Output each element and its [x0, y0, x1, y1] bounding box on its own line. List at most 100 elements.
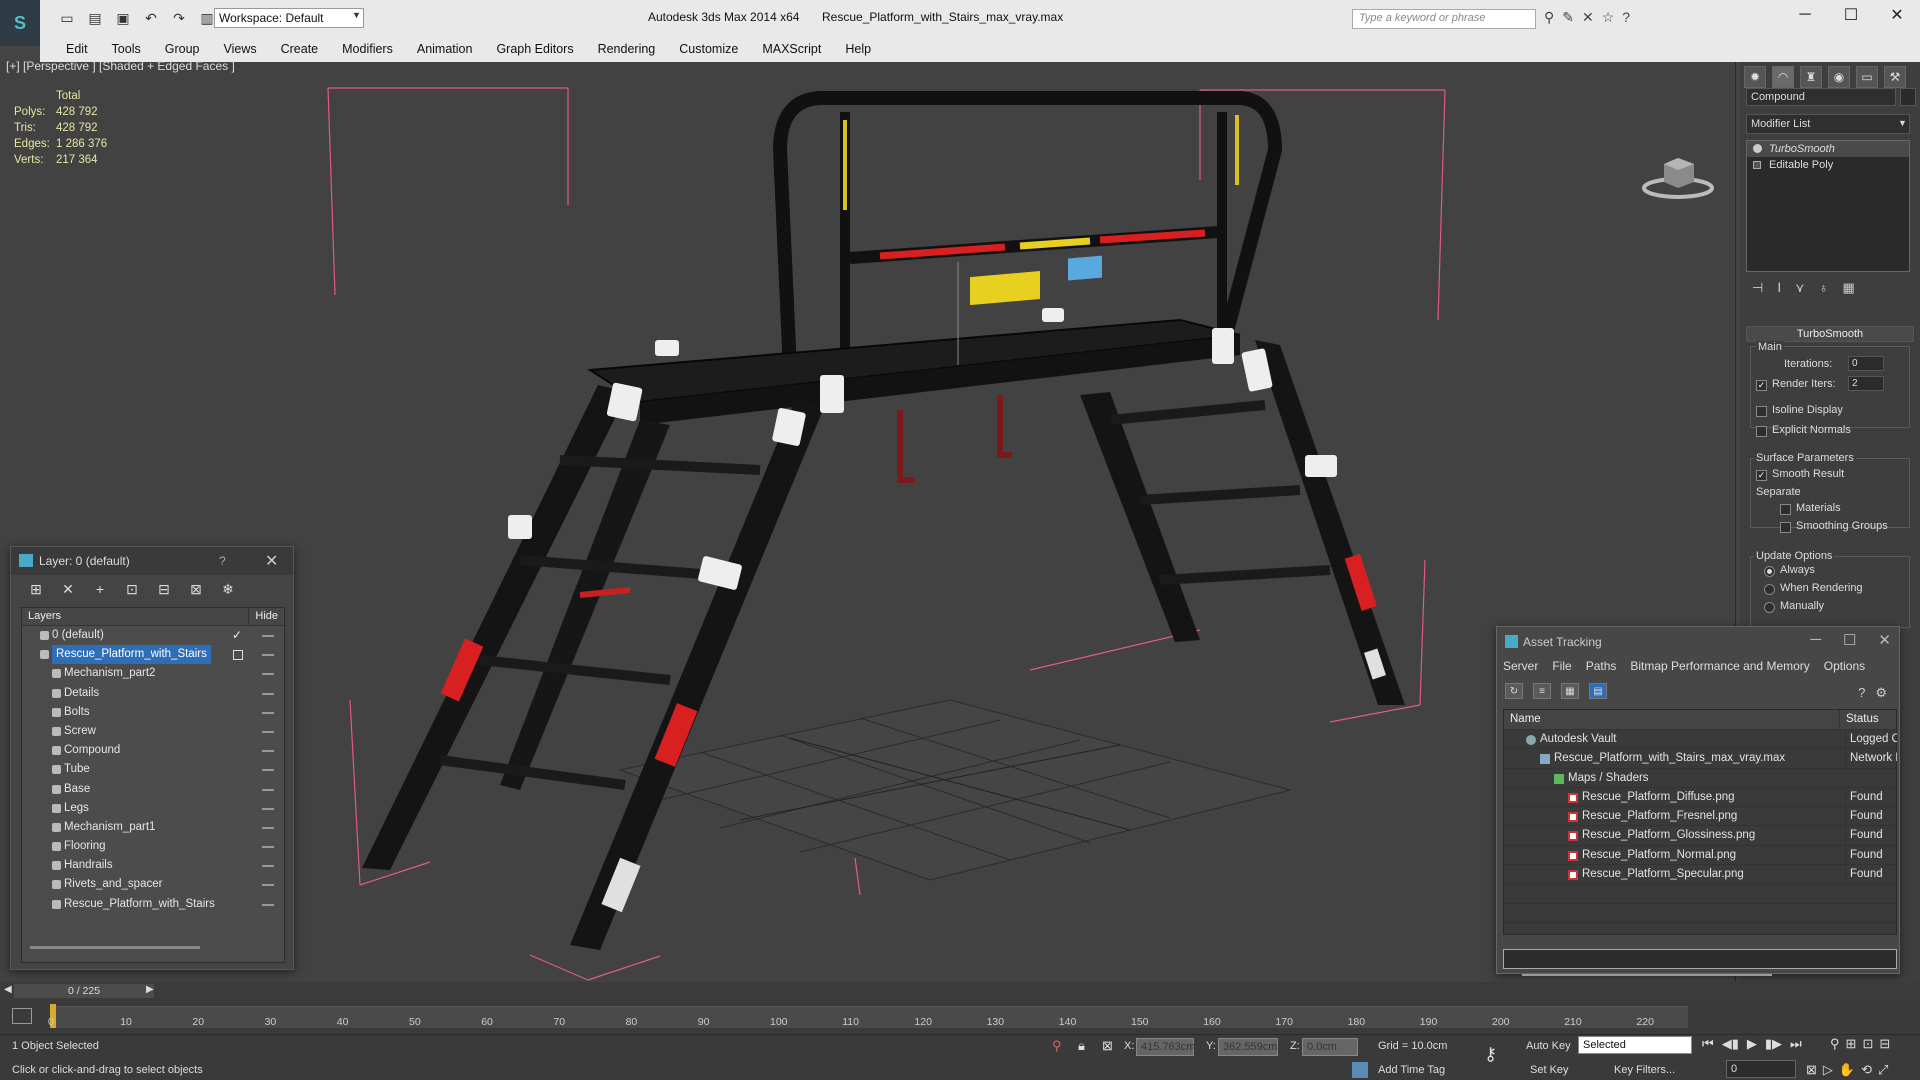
star-icon[interactable]: ☆	[1602, 9, 1615, 26]
layer-row[interactable]: Rescue_Platform_with_Stairs	[22, 645, 284, 665]
layer-name[interactable]: Legs	[64, 799, 89, 818]
hide-toggle[interactable]	[262, 826, 274, 829]
asset-row[interactable]: Rescue_Platform_Fresnel.png Found	[1504, 807, 1896, 827]
column-hide[interactable]: Hide	[248, 608, 284, 625]
maximize-icon[interactable]: ☐	[1843, 631, 1856, 649]
menu-edit[interactable]: Edit	[54, 42, 100, 56]
menu-maxscript[interactable]: MAXScript	[750, 42, 833, 56]
viewport-label[interactable]: [+] [Perspective ] [Shaded + Edged Faces…	[6, 59, 235, 73]
track-bar-ruler[interactable]	[52, 1006, 1688, 1028]
stack-item-editable-poly[interactable]: Editable Poly	[1747, 157, 1909, 173]
hide-toggle[interactable]	[262, 730, 274, 733]
close-icon[interactable]: ✕	[1874, 0, 1920, 30]
search-input[interactable]: Type a keyword or phrase	[1352, 9, 1536, 29]
motion-tab-icon[interactable]: ◉	[1828, 66, 1850, 88]
y-coordinate-field[interactable]: 362.559cm	[1218, 1038, 1278, 1056]
zoom-extents-all-icon[interactable]: ⊟	[1879, 1036, 1890, 1052]
zoom-all-icon[interactable]: ⊞	[1846, 1036, 1857, 1052]
smooth-result-checkbox[interactable]: ✓	[1756, 470, 1767, 481]
chevron-down-icon[interactable]: ▼	[352, 10, 361, 20]
go-to-end-icon[interactable]: ⏭	[1790, 1036, 1802, 1052]
layer-name[interactable]: Compound	[64, 741, 120, 760]
highlight-layer-icon[interactable]: ⊟	[153, 579, 175, 599]
exchange-icon[interactable]: ✕	[1582, 9, 1594, 26]
layer-row[interactable]: Mechanism_part2	[22, 664, 284, 683]
menu-create[interactable]: Create	[269, 42, 331, 56]
help-icon[interactable]: ?	[219, 554, 226, 568]
show-end-result-icon[interactable]: Ⅰ	[1777, 280, 1781, 296]
next-frame-icon[interactable]: ▶	[146, 984, 154, 995]
layer-name[interactable]: Screw	[64, 722, 96, 741]
render-iters-checkbox[interactable]: ✓	[1756, 380, 1767, 391]
settings-icon[interactable]: ⚙	[1875, 685, 1887, 701]
layer-row[interactable]: Base	[22, 780, 284, 799]
materials-checkbox[interactable]	[1780, 504, 1791, 515]
layer-row[interactable]: Handrails	[22, 856, 284, 875]
current-layer-check-icon[interactable]: ✓	[232, 626, 242, 645]
freeze-all-icon[interactable]: ❄	[217, 579, 239, 599]
layer-name[interactable]: Flooring	[64, 837, 106, 856]
auto-key-button[interactable]: Auto Key	[1526, 1040, 1571, 1052]
iterations-spinner[interactable]: 0	[1848, 356, 1884, 371]
orbit-icon[interactable]: ⟲	[1861, 1062, 1872, 1078]
horizontal-scrollbar[interactable]	[1522, 974, 1772, 976]
lightbulb-icon[interactable]	[1753, 144, 1762, 153]
next-key-icon[interactable]: ▮▶	[1765, 1036, 1782, 1052]
hide-toggle[interactable]	[262, 769, 274, 772]
hide-toggle[interactable]	[262, 635, 274, 637]
close-icon[interactable]: ✕	[265, 551, 278, 571]
hide-toggle[interactable]	[262, 807, 274, 810]
layer-name[interactable]: Mechanism_part2	[64, 664, 155, 683]
previous-frame-icon[interactable]: ◀	[4, 984, 12, 995]
always-radio[interactable]	[1764, 566, 1775, 577]
menu-tools[interactable]: Tools	[100, 42, 153, 56]
fov-icon[interactable]: ▷	[1823, 1062, 1833, 1078]
binoculars-icon[interactable]: ⚲	[1544, 9, 1554, 26]
asset-row[interactable]: Autodesk Vault Logged O	[1504, 730, 1897, 750]
hide-toggle[interactable]	[262, 711, 274, 714]
zoom-icon[interactable]: ⚲	[1830, 1036, 1840, 1052]
horizontal-scrollbar[interactable]	[30, 946, 200, 949]
asset-row[interactable]: Rescue_Platform_Glossiness.png Found	[1504, 826, 1896, 846]
menu-animation[interactable]: Animation	[405, 42, 485, 56]
menu-help[interactable]: Help	[833, 42, 883, 56]
absolute-mode-icon[interactable]: ⊠	[1102, 1038, 1113, 1054]
current-frame-field[interactable]: 0	[1726, 1060, 1796, 1078]
column-name[interactable]: Name	[1504, 710, 1840, 729]
save-icon[interactable]: ▣	[112, 8, 134, 28]
asset-row[interactable]: Rescue_Platform_Diffuse.png Found	[1504, 787, 1896, 808]
turbosmooth-rollout-header[interactable]: TurboSmooth	[1746, 326, 1914, 342]
column-layers[interactable]: Layers	[22, 608, 248, 625]
viewcube-icon[interactable]	[1642, 154, 1714, 200]
when-rendering-radio[interactable]	[1764, 584, 1775, 595]
layer-name[interactable]: Tube	[64, 760, 90, 779]
pin-stack-icon[interactable]: ⊣	[1752, 280, 1763, 296]
layer-row[interactable]: Screw	[22, 722, 284, 741]
list-view-icon[interactable]: ≡	[1533, 683, 1551, 699]
time-slider[interactable]: 0 / 225	[14, 984, 154, 998]
app-logo-icon[interactable]: S	[0, 0, 40, 46]
layer-row[interactable]: Bolts	[22, 703, 284, 722]
utilities-tab-icon[interactable]: ⚒	[1884, 66, 1906, 88]
layer-name[interactable]: 0 (default)	[52, 626, 104, 645]
key-mode-dropdown[interactable]: Selected	[1578, 1036, 1692, 1054]
menu-customize[interactable]: Customize	[667, 42, 750, 56]
manually-radio[interactable]	[1764, 602, 1775, 613]
menu-modifiers[interactable]: Modifiers	[330, 42, 405, 56]
menu-graph-editors[interactable]: Graph Editors	[484, 42, 585, 56]
hide-toggle[interactable]	[262, 692, 274, 695]
lock-selection-icon[interactable]: ⚲	[1052, 1038, 1062, 1054]
layer-row[interactable]: Flooring	[22, 837, 284, 856]
play-icon[interactable]: ▶	[1747, 1036, 1757, 1052]
render-iters-spinner[interactable]: 2	[1848, 376, 1884, 391]
minimize-icon[interactable]: ─	[1810, 631, 1821, 649]
layer-name[interactable]: Rivets_and_spacer	[64, 875, 162, 894]
isoline-display-checkbox[interactable]	[1756, 406, 1767, 417]
layer-dialog-title[interactable]: Layer: 0 (default)	[11, 547, 293, 575]
minimize-icon[interactable]: ─	[1782, 0, 1828, 30]
layer-row[interactable]: Tube	[22, 760, 284, 779]
expand-icon[interactable]	[1753, 161, 1761, 169]
set-current-layer-icon[interactable]	[233, 650, 243, 661]
hide-toggle[interactable]	[262, 750, 274, 753]
close-icon[interactable]: ✕	[1878, 631, 1891, 649]
